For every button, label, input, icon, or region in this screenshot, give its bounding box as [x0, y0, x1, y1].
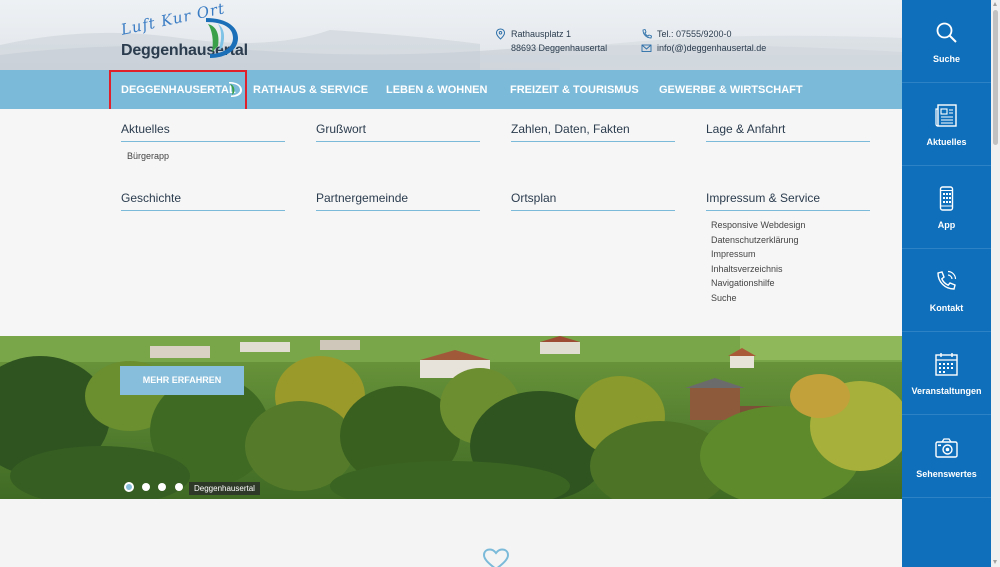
slider-dot-4[interactable]: [175, 483, 183, 491]
page: Luft Kur Ort Deggenhausertal Rathausplat…: [0, 0, 1000, 567]
sidebar-item-sehenswertes[interactable]: Sehenswertes: [902, 415, 991, 498]
sidebar-label-veranstaltungen: Veranstaltungen: [911, 386, 982, 396]
location-pin-icon: [495, 28, 506, 40]
calendar-icon: [935, 353, 958, 376]
sidebar-item-kontakt[interactable]: Kontakt: [902, 249, 991, 332]
contact-phone-email: Tel.: 07555/9200-0 info(@)deggenhauserta…: [641, 27, 766, 55]
nav-item-leben-wohnen[interactable]: Leben & Wohnen: [386, 70, 487, 109]
search-icon: [936, 22, 957, 43]
site-logo[interactable]: Luft Kur Ort Deggenhausertal: [118, 0, 248, 62]
mega-menu-dropdown: Aktuelles Bürgerapp Grußwort Zahlen, Dat…: [0, 109, 902, 336]
mail-icon: [641, 44, 652, 52]
smartphone-icon: [939, 186, 954, 211]
menu-heading-geschichte[interactable]: Geschichte: [121, 191, 285, 211]
active-nav-highlight-box: [109, 70, 247, 111]
nav-item-rathaus-service[interactable]: Rathaus & Service: [253, 70, 368, 109]
menu-heading-partnergemeinde[interactable]: Partnergemeinde: [316, 191, 480, 211]
site-header: Luft Kur Ort Deggenhausertal Rathausplat…: [0, 0, 902, 70]
hero-slider[interactable]: [0, 336, 902, 499]
menu-link-impressum[interactable]: Impressum: [711, 247, 805, 262]
newspaper-icon: [935, 104, 957, 127]
menu-heading-lage-anfahrt[interactable]: Lage & Anfahrt: [706, 122, 870, 142]
logo-mark-icon: [206, 18, 238, 58]
menu-link-inhaltsverzeichnis[interactable]: Inhaltsverzeichnis: [711, 262, 805, 277]
sidebar-item-app[interactable]: App: [902, 166, 991, 249]
menu-heading-aktuelles[interactable]: Aktuelles: [121, 122, 285, 142]
quick-access-sidebar: Suche Aktuelles App Kontakt Veranstaltun…: [902, 0, 991, 567]
scrollbar-thumb[interactable]: [993, 10, 998, 145]
email-link[interactable]: info(@)deggenhausertal.de: [657, 41, 766, 55]
phone-icon: [642, 28, 652, 39]
contact-phone-icon: [937, 270, 957, 290]
menu-link-responsive-webdesign[interactable]: Responsive Webdesign: [711, 218, 805, 233]
camera-icon: [935, 438, 958, 458]
sidebar-label-suche: Suche: [932, 54, 960, 64]
sidebar-item-veranstaltungen[interactable]: Veranstaltungen: [902, 332, 991, 415]
menu-link-buergerapp[interactable]: Bürgerapp: [127, 149, 169, 164]
sidebar-label-aktuelles: Aktuelles: [926, 137, 967, 147]
more-info-button[interactable]: Mehr erfahren: [120, 366, 244, 395]
slide-caption: Deggenhausertal: [189, 482, 260, 495]
menu-heading-grusswort[interactable]: Grußwort: [316, 122, 480, 142]
scroll-up-arrow-icon[interactable]: [993, 2, 997, 6]
menu-link-datenschutzerklaerung[interactable]: Datenschutzerklärung: [711, 233, 805, 248]
nav-item-freizeit-tourismus[interactable]: Freizeit & Tourismus: [510, 70, 639, 109]
hero-landscape-image: [0, 336, 902, 499]
menu-list-impressum-service: Responsive Webdesign Datenschutzerklärun…: [711, 218, 805, 306]
page-scrollbar[interactable]: [991, 0, 1000, 567]
nav-item-gewerbe-wirtschaft[interactable]: Gewerbe & Wirtschaft: [659, 70, 803, 109]
slider-dot-1[interactable]: [124, 482, 134, 492]
menu-link-suche[interactable]: Suche: [711, 291, 805, 306]
sidebar-label-app: App: [937, 220, 956, 230]
scroll-down-arrow-icon[interactable]: [993, 560, 997, 564]
address-line-1: Rathausplatz 1: [511, 29, 572, 39]
heart-icon: [482, 548, 510, 567]
sidebar-label-sehenswertes: Sehenswertes: [916, 469, 977, 479]
slider-dot-2[interactable]: [142, 483, 150, 491]
menu-heading-impressum-service[interactable]: Impressum & Service: [706, 191, 870, 211]
phone-number[interactable]: Tel.: 07555/9200-0: [657, 27, 766, 41]
content-section: [0, 499, 902, 567]
contact-address: Rathausplatz 1 88693 Deggenhausertal: [495, 27, 608, 55]
sidebar-label-kontakt: Kontakt: [929, 303, 964, 313]
menu-heading-zahlen-daten-fakten[interactable]: Zahlen, Daten, Fakten: [511, 122, 675, 142]
menu-link-navigationshilfe[interactable]: Navigationshilfe: [711, 276, 805, 291]
sidebar-item-suche[interactable]: Suche: [902, 0, 991, 83]
menu-heading-ortsplan[interactable]: Ortsplan: [511, 191, 675, 211]
address-line-2: 88693 Deggenhausertal: [511, 43, 608, 53]
menu-list-aktuelles: Bürgerapp: [127, 149, 169, 164]
sidebar-item-aktuelles[interactable]: Aktuelles: [902, 83, 991, 166]
slider-dot-3[interactable]: [158, 483, 166, 491]
